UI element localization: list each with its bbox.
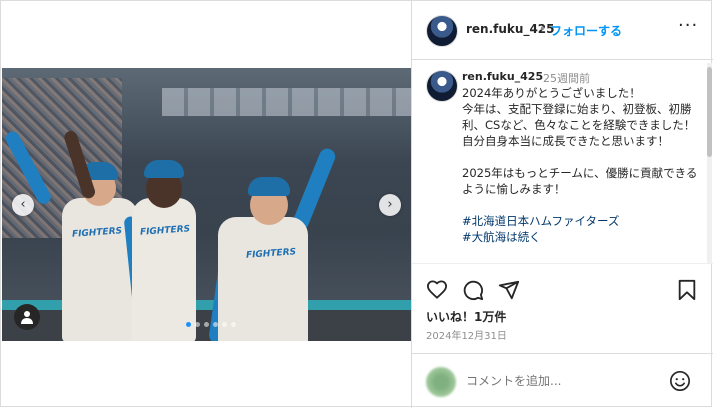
- comments-section: ren.fuku_425 25週間前 2024年ありがとうございました！ 今年は…: [412, 60, 713, 263]
- separator-dot: •: [539, 22, 547, 36]
- heart-icon[interactable]: [426, 279, 448, 299]
- comments-scrollbar[interactable]: [707, 63, 712, 263]
- avatar[interactable]: [426, 70, 458, 102]
- post-actions: いいね！1万件 2024年12月31日: [412, 263, 713, 354]
- likes-count[interactable]: いいね！1万件: [426, 308, 506, 325]
- carousel-dot: [186, 322, 191, 327]
- smiley-icon[interactable]: [669, 370, 691, 392]
- caption-timestamp[interactable]: 25週間前: [543, 70, 590, 86]
- carousel-dot: [195, 322, 200, 327]
- avatar[interactable]: [426, 15, 458, 47]
- carousel-dot: [222, 322, 227, 327]
- chevron-left-icon: ‹: [20, 197, 26, 212]
- carousel-prev-button[interactable]: ‹: [12, 194, 34, 216]
- stadium-roof: [162, 88, 411, 116]
- carousel-dot: [213, 322, 218, 327]
- more-options-icon[interactable]: ···: [678, 15, 698, 36]
- hashtag-link[interactable]: #大航海は続く: [462, 230, 541, 244]
- post-dialog: FIGHTERS FIGHTERS FIGHTERS ‹ › ren.fuku_…: [0, 0, 713, 409]
- add-comment-bar: [412, 353, 713, 409]
- bookmark-icon[interactable]: [677, 279, 697, 301]
- carousel-next-button[interactable]: ›: [379, 194, 401, 216]
- share-icon[interactable]: [498, 279, 520, 301]
- carousel-indicator: [186, 322, 236, 327]
- post-media[interactable]: FIGHTERS FIGHTERS FIGHTERS ‹ ›: [2, 68, 411, 341]
- comment-icon[interactable]: [462, 279, 484, 301]
- post-date[interactable]: 2024年12月31日: [426, 327, 507, 342]
- carousel-dot: [231, 322, 236, 327]
- caption-username[interactable]: ren.fuku_425: [462, 70, 543, 83]
- follow-button[interactable]: フォローする: [550, 22, 622, 39]
- hashtag-link[interactable]: #北海道日本ハムファイターズ: [462, 214, 619, 228]
- tagged-users-button[interactable]: [14, 304, 40, 330]
- carousel-dot: [204, 322, 209, 327]
- caption-body: 2024年ありがとうございました！ 今年は、支配下登録に始まり、初登板、初勝利、…: [462, 86, 698, 196]
- comment-input[interactable]: [464, 373, 658, 389]
- avatar: [426, 367, 456, 397]
- chevron-right-icon: ›: [387, 197, 393, 212]
- caption-text: 2024年ありがとうございました！ 今年は、支配下登録に始まり、初登板、初勝利、…: [462, 85, 702, 245]
- scrollbar-thumb[interactable]: [707, 67, 712, 157]
- post-header: ren.fuku_425 • フォローする ···: [412, 1, 713, 60]
- user-icon: [21, 311, 33, 324]
